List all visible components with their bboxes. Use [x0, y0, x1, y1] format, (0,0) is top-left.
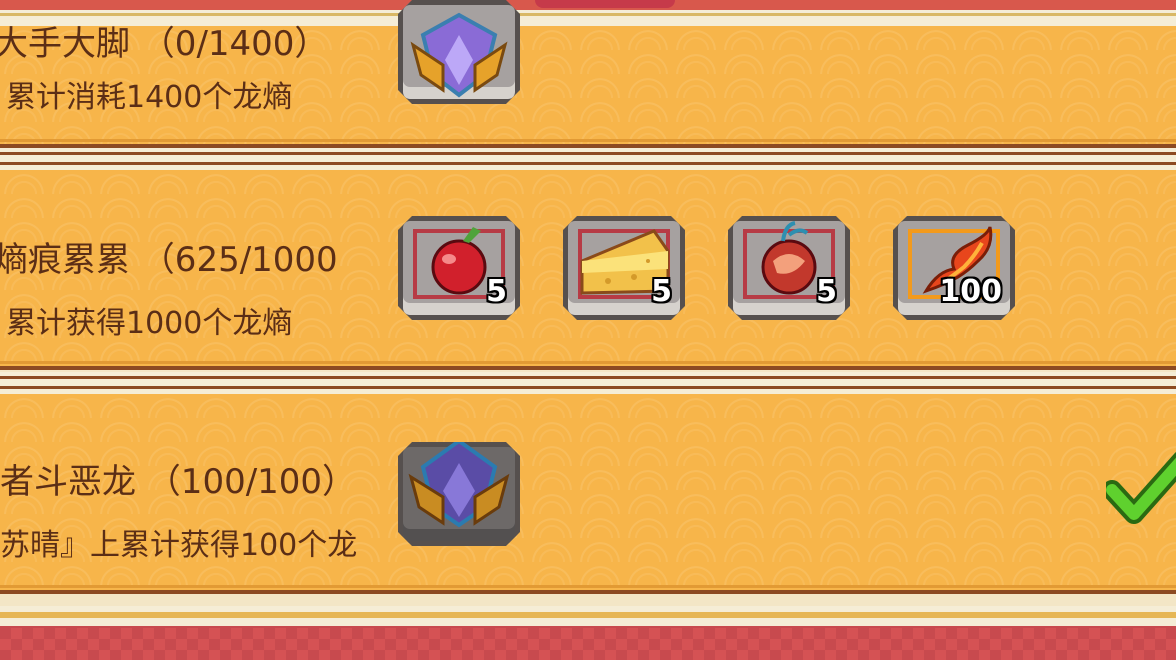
achievement-title: 熵痕累累 （625/1000: [0, 240, 338, 280]
achievement-desc: 苏晴』上累计获得100个龙: [0, 528, 358, 563]
reward-count: 5: [486, 274, 507, 309]
achievement-card-3: 者斗恶龙 （100/100） 苏晴』上累计获得100个龙: [0, 394, 1176, 594]
reward-slot[interactable]: [398, 442, 520, 546]
reward-slot[interactable]: [398, 0, 520, 104]
dragon-badge-icon: [408, 442, 510, 528]
reward-count: 100: [939, 274, 1002, 309]
achievement-desc: 累计消耗1400个龙熵: [6, 80, 293, 115]
completed-check-icon: [1106, 452, 1176, 524]
card-separator: [0, 148, 1176, 170]
card-separator: [0, 372, 1176, 394]
dragon-badge-icon: [410, 12, 508, 98]
achievement-desc: 累计获得1000个龙熵: [6, 306, 293, 341]
achievement-card-1: 大手大脚 （0/1400） 累计消耗1400个龙熵: [0, 0, 1176, 148]
achievement-title: 者斗恶龙 （100/100）: [0, 462, 357, 502]
achievement-title: 大手大脚 （0/1400）: [0, 24, 329, 64]
top-tab-edge: [535, 0, 675, 8]
reward-slot[interactable]: 5: [728, 216, 850, 320]
bottom-pattern: [0, 628, 1176, 660]
achievement-card-2: 熵痕累累 （625/1000 累计获得1000个龙熵 5 5 5 100: [0, 170, 1176, 370]
reward-slot[interactable]: 100: [893, 216, 1015, 320]
reward-slot[interactable]: 5: [398, 216, 520, 320]
reward-count: 5: [651, 274, 672, 309]
reward-slot[interactable]: 5: [563, 216, 685, 320]
reward-count: 5: [816, 274, 837, 309]
